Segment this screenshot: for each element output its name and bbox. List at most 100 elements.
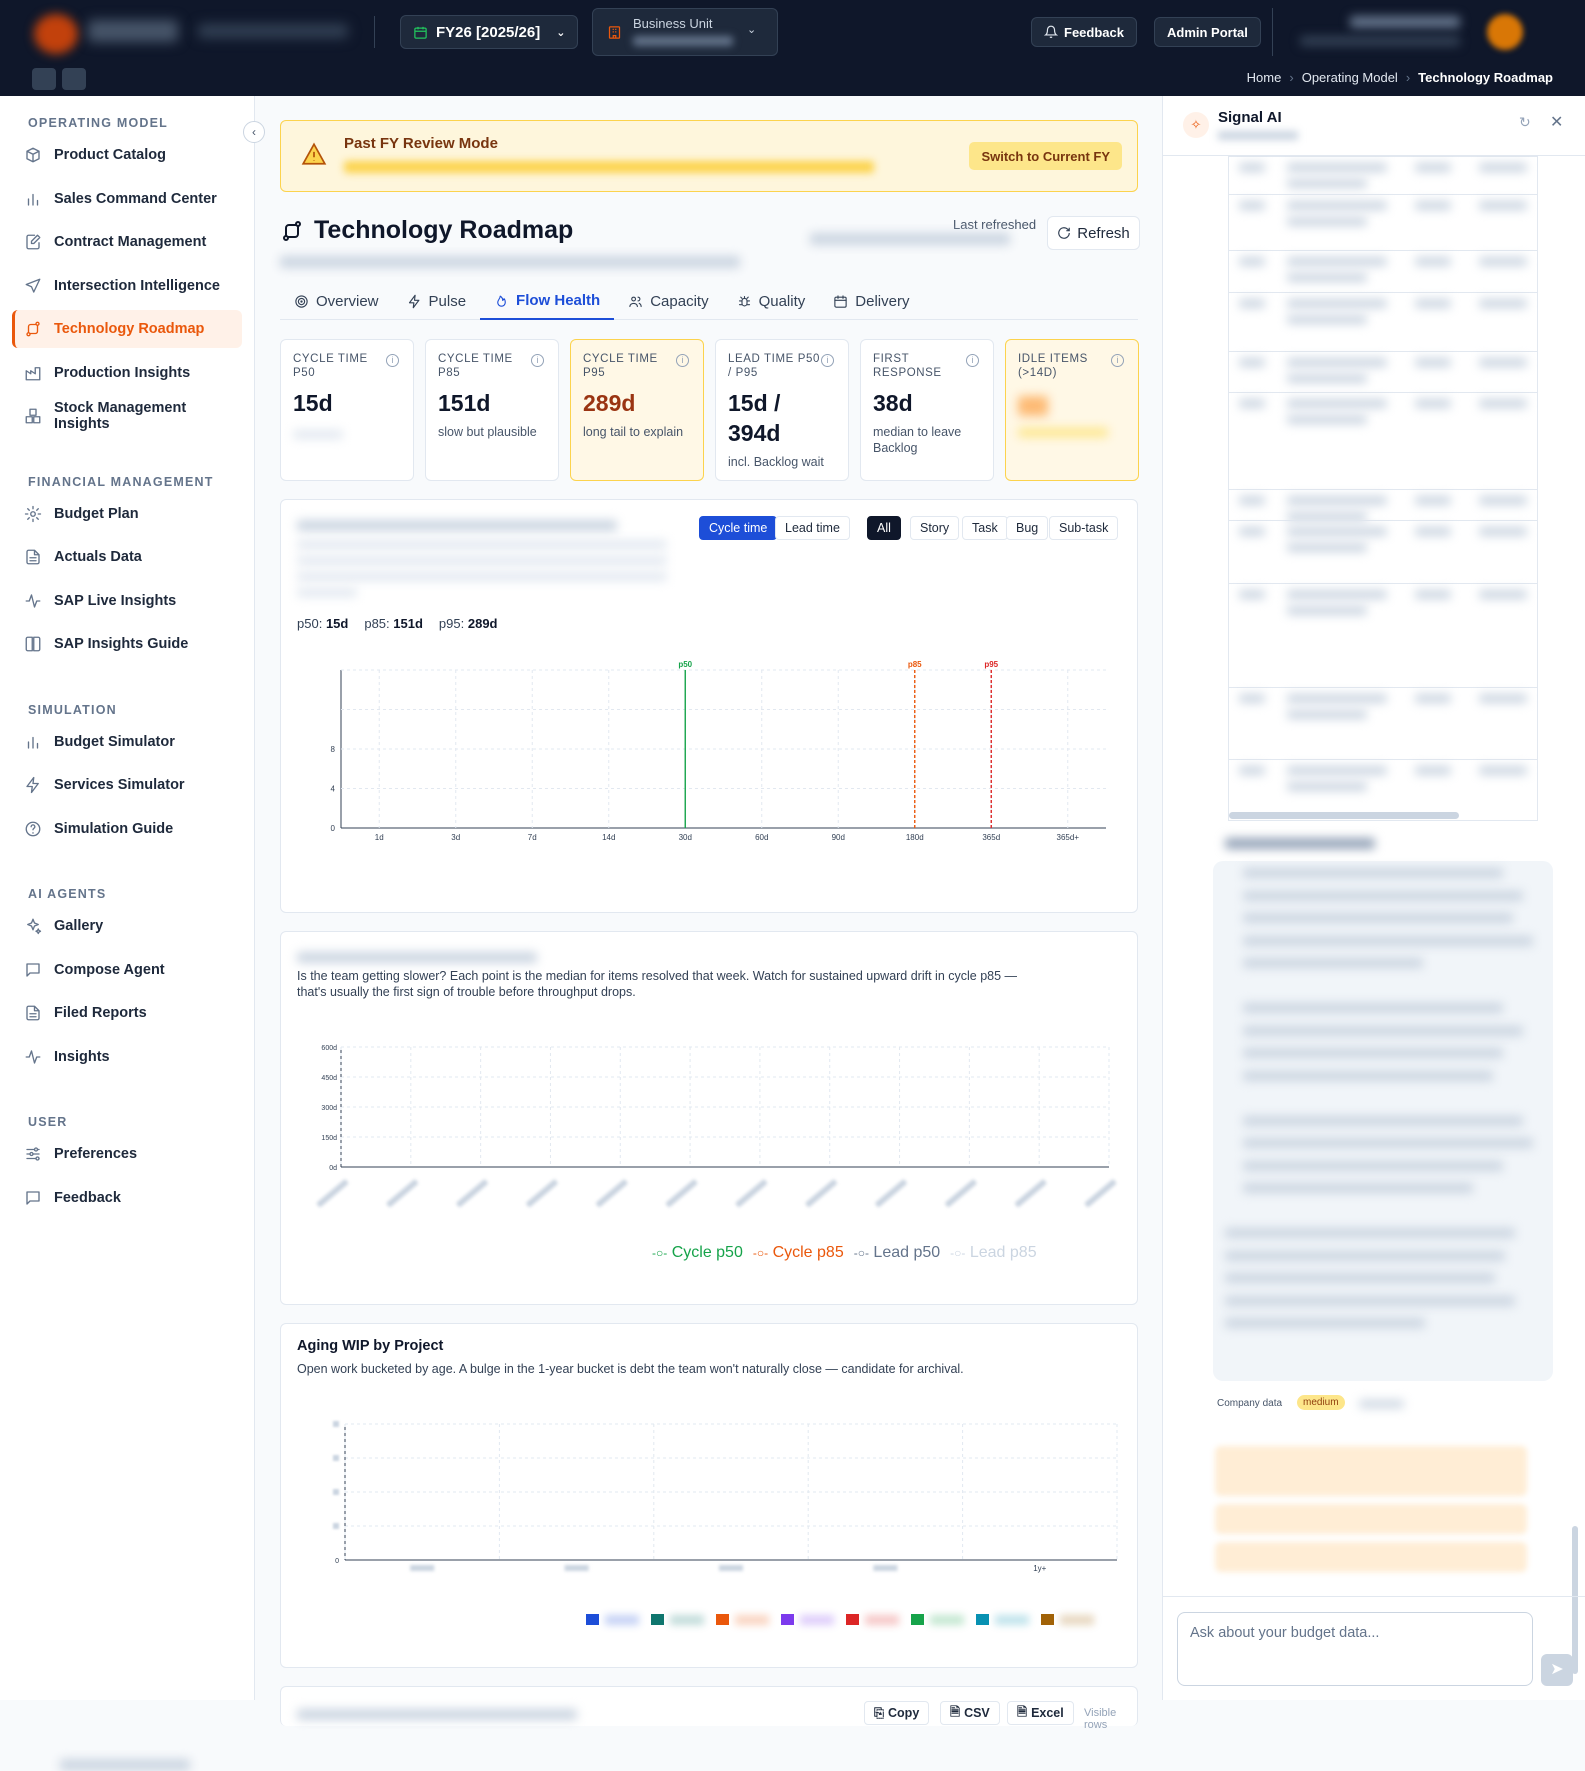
tab-delivery[interactable]: Delivery — [819, 282, 923, 320]
refresh-label: Refresh — [1077, 224, 1130, 242]
sidebar-item-gallery[interactable]: Gallery — [12, 907, 242, 945]
breadcrumb-operating-model[interactable]: Operating Model — [1302, 70, 1398, 85]
breadcrumb-home[interactable]: Home — [1247, 70, 1282, 85]
admin-portal-button[interactable]: Admin Portal — [1154, 17, 1261, 47]
sidebar-item-sales-command-center[interactable]: Sales Command Center — [12, 180, 242, 218]
calendar-icon — [414, 26, 427, 39]
sidebar-item-contract-management[interactable]: Contract Management — [12, 223, 242, 261]
avatar[interactable] — [1487, 14, 1523, 50]
kpi-label: LEAD TIME P50 / P95 — [728, 353, 820, 379]
logo[interactable] — [34, 14, 78, 54]
legend-item[interactable] — [781, 1614, 834, 1625]
legend-item[interactable] — [586, 1614, 639, 1625]
activity-icon — [25, 1049, 41, 1064]
info-icon[interactable]: i — [821, 354, 834, 367]
tab-flow-health[interactable]: Flow Health — [480, 282, 615, 320]
legend-item[interactable] — [1041, 1614, 1094, 1625]
y-tick-label: 8 — [331, 745, 336, 754]
legend-item[interactable] — [976, 1614, 1029, 1625]
legend-item[interactable] — [911, 1614, 964, 1625]
switch-current-fy-button[interactable]: Switch to Current FY — [969, 142, 1122, 170]
tab-pulse[interactable]: Pulse — [393, 282, 481, 320]
legend-item[interactable]: -○- Cycle p50 — [652, 1244, 743, 1262]
x-tick-label — [316, 1179, 349, 1207]
copy-button[interactable]: ⎘ Copy — [864, 1701, 930, 1725]
sidebar-item-budget-plan[interactable]: Budget Plan — [12, 495, 242, 533]
business-unit-selector[interactable]: Business Unit ⌄ — [592, 8, 778, 56]
legend-item[interactable] — [716, 1614, 769, 1625]
table-row — [1229, 687, 1537, 719]
sidebar-item-preferences[interactable]: Preferences — [12, 1135, 242, 1173]
sidebar-item-actuals-data[interactable]: Actuals Data — [12, 538, 242, 576]
suggestion-chip[interactable] — [1215, 1446, 1527, 1496]
feedback-button[interactable]: Feedback — [1031, 17, 1137, 47]
legend-item[interactable] — [651, 1614, 704, 1625]
sidebar-item-intersection-intelligence[interactable]: Intersection Intelligence — [12, 267, 242, 305]
sidebar-item-compose-agent[interactable]: Compose Agent — [12, 951, 242, 989]
csv-button[interactable]: 🗎 CSV — [940, 1701, 1000, 1725]
reset-icon[interactable]: ↻ — [1519, 114, 1531, 131]
x-tick-label: 180d — [906, 833, 924, 840]
legend-item[interactable]: -○- Lead p50 — [854, 1244, 940, 1262]
sidebar-item-label: Stock Management Insights — [54, 400, 187, 432]
card-title — [297, 952, 537, 963]
percentile-label: p85 — [908, 660, 922, 669]
sidebar-item-production-insights[interactable]: Production Insights — [12, 354, 242, 392]
legend-item[interactable]: -○- Cycle p85 — [753, 1244, 844, 1262]
tab-label: Flow Health — [516, 291, 601, 309]
fiscal-year-selector[interactable]: FY26 [2025/26] ⌄ — [400, 15, 578, 49]
toolbar-button[interactable] — [62, 68, 86, 90]
info-icon[interactable]: i — [676, 354, 689, 367]
x-tick-label: 60d — [755, 833, 768, 840]
sidebar-item-insights[interactable]: Insights — [12, 1038, 242, 1076]
sidebar-item-technology-roadmap[interactable]: Technology Roadmap — [12, 310, 242, 348]
info-icon[interactable]: i — [1111, 354, 1124, 367]
refresh-button[interactable]: Refresh — [1047, 216, 1140, 250]
sidebar-item-services-simulator[interactable]: Services Simulator — [12, 766, 242, 804]
excel-button[interactable]: 🗎 Excel — [1007, 1701, 1074, 1725]
info-icon[interactable]: i — [966, 354, 979, 367]
sidebar-item-simulation-guide[interactable]: Simulation Guide — [12, 810, 242, 848]
visible-rows-label: Visible rows — [1084, 1707, 1117, 1731]
tab-capacity[interactable]: Capacity — [614, 282, 722, 320]
sidebar-item-sap-insights-guide[interactable]: SAP Insights Guide — [12, 625, 242, 663]
x-tick-label — [665, 1179, 698, 1207]
sidebar-item-stock-management-insights[interactable]: Stock Management Insights — [12, 397, 242, 435]
cycle-time-toggle[interactable]: Cycle time — [699, 516, 778, 540]
horizontal-scrollbar[interactable] — [1229, 812, 1459, 819]
card-description — [297, 540, 667, 549]
info-icon[interactable]: i — [386, 354, 399, 367]
ai-question-input[interactable]: Ask about your budget data... — [1177, 1612, 1533, 1686]
tab-overview[interactable]: Overview — [280, 282, 393, 320]
toolbar-button[interactable] — [32, 68, 56, 90]
legend-label: Cycle p50 — [671, 1244, 743, 1261]
sidebar-item-feedback[interactable]: Feedback — [12, 1179, 242, 1217]
aging-wip-chart: 0 1y+ — [333, 1421, 1118, 1573]
filter-story[interactable]: Story — [910, 516, 960, 540]
sidebar-item-budget-simulator[interactable]: Budget Simulator — [12, 723, 242, 761]
info-icon[interactable]: i — [531, 354, 544, 367]
filter-subtask[interactable]: Sub-task — [1049, 516, 1119, 540]
sidebar-item-product-catalog[interactable]: Product Catalog — [12, 136, 242, 174]
filter-bug[interactable]: Bug — [1006, 516, 1049, 540]
send-icon[interactable]: ➤ — [1541, 1654, 1573, 1686]
suggestion-chip[interactable] — [1215, 1504, 1527, 1534]
sidebar-item-filed-reports[interactable]: Filed Reports — [12, 994, 242, 1032]
legend-item[interactable]: -○- Lead p85 — [950, 1244, 1036, 1262]
banner-message — [344, 161, 874, 173]
tab-label: Overview — [316, 292, 379, 310]
filter-all[interactable]: All — [867, 516, 901, 540]
vertical-scrollbar[interactable] — [1572, 1526, 1578, 1674]
business-unit-label: Business Unit — [633, 16, 713, 31]
sidebar-item-sap-live-insights[interactable]: SAP Live Insights — [12, 582, 242, 620]
legend-marker: -○- — [853, 1246, 869, 1260]
suggestion-chip[interactable] — [1215, 1542, 1527, 1572]
source-tag — [1359, 1400, 1404, 1408]
lead-time-toggle[interactable]: Lead time — [775, 516, 850, 540]
legend-item[interactable] — [846, 1614, 899, 1625]
table-row — [1229, 392, 1537, 424]
close-icon[interactable]: ✕ — [1550, 112, 1563, 132]
filter-task[interactable]: Task — [962, 516, 1008, 540]
tab-quality[interactable]: Quality — [723, 282, 820, 320]
y-tick-label — [333, 1421, 339, 1427]
